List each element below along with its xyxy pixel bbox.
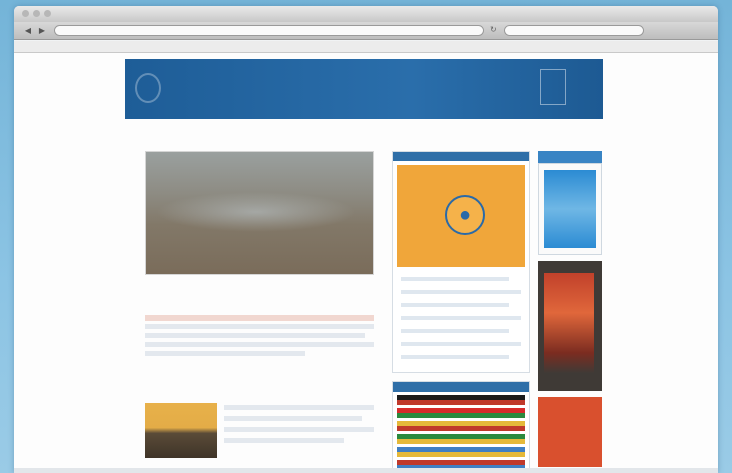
flag-item[interactable] (397, 421, 525, 431)
page-footer-edge (14, 468, 718, 473)
reload-icon[interactable]: ↻ (490, 25, 497, 34)
widget-header (393, 152, 529, 161)
forward-button[interactable]: ▶ (36, 25, 48, 36)
hero-landscape (156, 192, 356, 232)
search-input[interactable] (504, 25, 644, 36)
site-header-banner[interactable] (125, 59, 603, 119)
close-window-button[interactable] (22, 10, 29, 17)
zoom-window-button[interactable] (44, 10, 51, 17)
back-button[interactable]: ◀ (22, 25, 34, 36)
organization-banner[interactable]: ● (397, 165, 525, 267)
section-excerpt (224, 405, 374, 449)
main-navigation (125, 123, 603, 135)
book-ad[interactable] (538, 261, 602, 391)
browser-toolbar: ◀ ▶ ↻ (14, 22, 718, 40)
site-logo-icon[interactable] (135, 73, 161, 103)
minimize-window-button[interactable] (33, 10, 40, 17)
monitor-frame: ◀ ▶ ↻ ● (14, 6, 718, 473)
africa-map-icon: ● (445, 195, 485, 235)
bottom-ad[interactable] (538, 397, 602, 467)
article-excerpt (145, 324, 374, 360)
flag-item[interactable] (397, 408, 525, 418)
banner-emblem-icon (540, 69, 566, 105)
lead-article-image[interactable] (145, 151, 374, 275)
flag-item[interactable] (397, 447, 525, 457)
book-cover-image (544, 273, 594, 373)
bookmarks-bar (14, 41, 718, 53)
sidebar-organization-widget: ● (392, 151, 530, 373)
right-ad-column (538, 151, 602, 473)
widget-text-lines (393, 267, 529, 378)
browser-titlebar (14, 6, 718, 22)
flag-item[interactable] (397, 395, 525, 405)
web-page: ● (14, 53, 718, 473)
sidebar-flags-widget (392, 381, 530, 473)
url-bar[interactable] (54, 25, 484, 36)
magazine-cover-image (544, 170, 596, 248)
section-thumbnail[interactable] (145, 403, 217, 458)
flags-header (393, 382, 529, 392)
ad-header (538, 151, 602, 163)
magazine-ad[interactable] (538, 163, 602, 255)
article-meta-line (145, 315, 374, 321)
flag-item[interactable] (397, 434, 525, 444)
window-controls[interactable] (22, 10, 51, 17)
